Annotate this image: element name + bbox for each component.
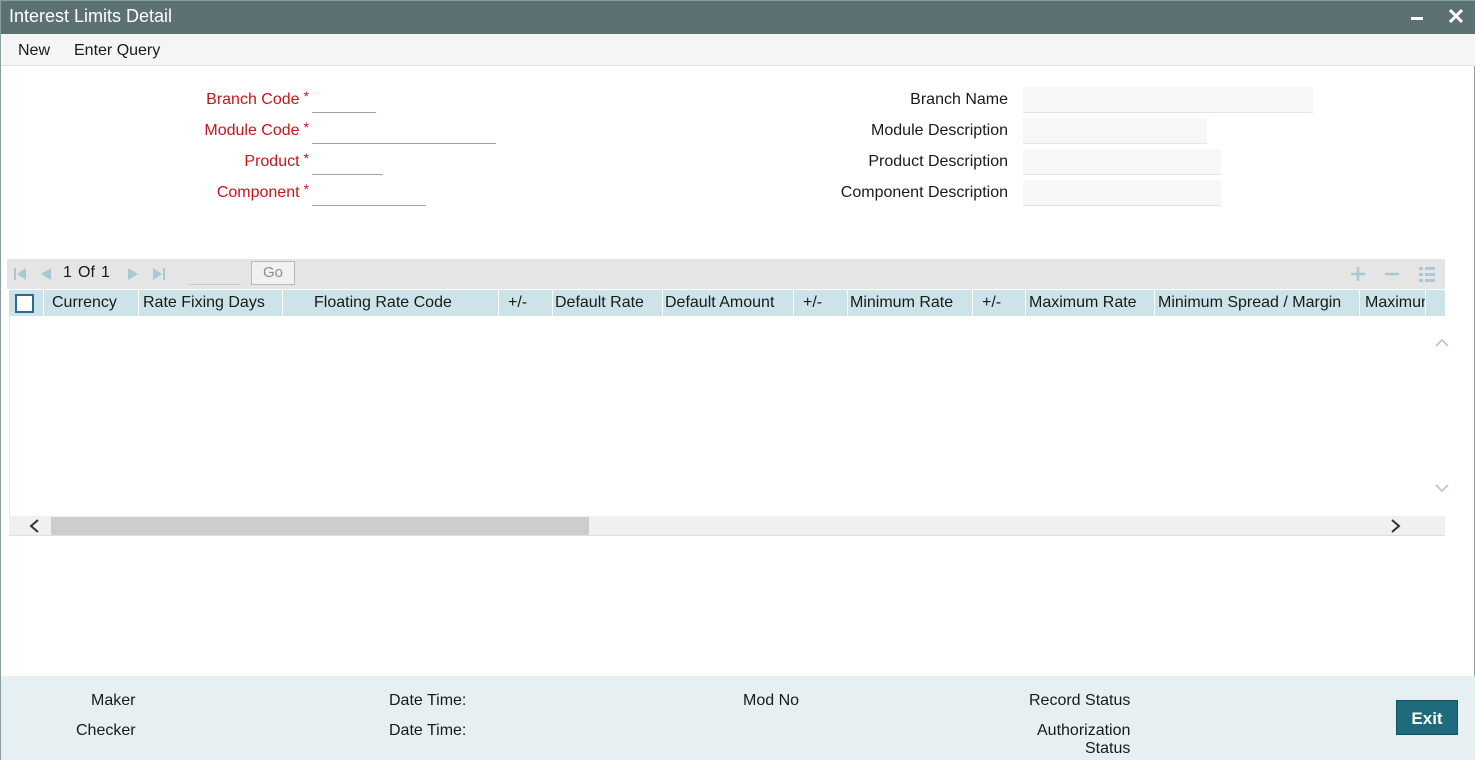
maker-label: Maker bbox=[91, 692, 136, 709]
product-description-label: Product Description bbox=[868, 153, 1008, 170]
component-input[interactable] bbox=[312, 182, 426, 206]
module-code-label: Module Code * bbox=[204, 119, 309, 139]
mod-no-label: Mod No bbox=[743, 692, 800, 709]
branch-code-input[interactable] bbox=[312, 89, 376, 113]
select-all-column bbox=[9, 290, 44, 316]
title-bar: Interest Limits Detail bbox=[1, 1, 1475, 34]
current-page: 1 bbox=[63, 264, 72, 281]
grid-body bbox=[9, 316, 1449, 516]
column-header[interactable]: Rate Fixing Days bbox=[139, 290, 283, 316]
last-page-icon[interactable] bbox=[150, 267, 166, 281]
audit-footer: Maker Checker Date Time: Date Time: Mod … bbox=[1, 676, 1475, 760]
column-header[interactable]: Minimum Spread / Margin bbox=[1155, 290, 1360, 316]
checker-date-time-label: Date Time: bbox=[389, 722, 467, 739]
component-label: Component * bbox=[216, 181, 309, 201]
minimize-icon[interactable] bbox=[1406, 5, 1428, 27]
column-header[interactable]: +/- bbox=[973, 290, 1026, 316]
authorization-status-label: Authorization bbox=[1037, 722, 1131, 739]
scroll-down-icon[interactable] bbox=[1434, 480, 1450, 496]
previous-page-icon[interactable] bbox=[38, 267, 54, 281]
horizontal-scrollbar[interactable] bbox=[9, 516, 1445, 536]
column-header[interactable]: Default Amount bbox=[663, 290, 794, 316]
component-description-label: Component Description bbox=[840, 184, 1008, 201]
menu-enter-query[interactable]: Enter Query bbox=[74, 42, 160, 60]
go-button[interactable]: Go bbox=[251, 261, 295, 285]
scroll-up-icon[interactable] bbox=[1434, 335, 1450, 351]
total-pages: 1 bbox=[101, 264, 110, 281]
column-header[interactable]: Floating Rate Code bbox=[283, 290, 499, 316]
add-row-icon[interactable] bbox=[1347, 264, 1369, 284]
branch-name-label: Branch Name bbox=[910, 91, 1008, 108]
next-page-icon[interactable] bbox=[125, 267, 141, 281]
module-code-input[interactable] bbox=[312, 120, 496, 144]
page-of-label: Of bbox=[78, 264, 95, 281]
column-header[interactable]: Maximum Rate bbox=[1026, 290, 1155, 316]
delete-row-icon[interactable] bbox=[1381, 264, 1403, 284]
first-page-icon[interactable] bbox=[13, 267, 29, 281]
window-title: Interest Limits Detail bbox=[9, 6, 173, 26]
column-header[interactable]: Maximum bbox=[1360, 290, 1426, 316]
menu-bar: New Enter Query bbox=[1, 34, 1475, 66]
maker-date-time-label: Date Time: bbox=[389, 692, 467, 709]
column-header[interactable]: +/- bbox=[499, 290, 553, 316]
scroll-right-icon[interactable] bbox=[1389, 518, 1403, 539]
column-header[interactable]: Minimum Rate bbox=[848, 290, 973, 316]
column-header[interactable]: +/- bbox=[794, 290, 848, 316]
page-number-input[interactable] bbox=[189, 261, 241, 285]
horizontal-scroll-thumb[interactable] bbox=[51, 517, 589, 535]
product-description-field bbox=[1023, 149, 1221, 175]
column-header[interactable]: Currency bbox=[44, 290, 139, 316]
menu-new[interactable]: New bbox=[18, 42, 50, 60]
product-label: Product * bbox=[244, 150, 309, 170]
grid-toolbar: 1 Of 1 Go bbox=[7, 259, 1445, 289]
close-icon[interactable] bbox=[1445, 5, 1467, 27]
interest-limits-window: Interest Limits Detail New Enter Query B… bbox=[0, 0, 1475, 760]
branch-code-label: Branch Code * bbox=[206, 88, 309, 108]
product-input[interactable] bbox=[312, 151, 383, 175]
column-header[interactable]: Default Rate bbox=[553, 290, 663, 316]
scroll-left-icon[interactable] bbox=[27, 518, 41, 539]
component-description-field bbox=[1023, 180, 1221, 206]
module-description-label: Module Description bbox=[871, 122, 1008, 139]
checker-label: Checker bbox=[76, 722, 136, 739]
record-status-label: Record Status bbox=[1029, 692, 1131, 709]
branch-name-field bbox=[1023, 87, 1313, 113]
authorization-status-label-line2: Status bbox=[1085, 740, 1131, 757]
module-description-field bbox=[1023, 118, 1207, 144]
exit-button[interactable]: Exit bbox=[1396, 700, 1458, 735]
single-view-icon[interactable] bbox=[1416, 264, 1438, 284]
grid-header: Currency Rate Fixing Days Floating Rate … bbox=[9, 290, 1445, 316]
select-all-checkbox[interactable] bbox=[15, 294, 34, 313]
